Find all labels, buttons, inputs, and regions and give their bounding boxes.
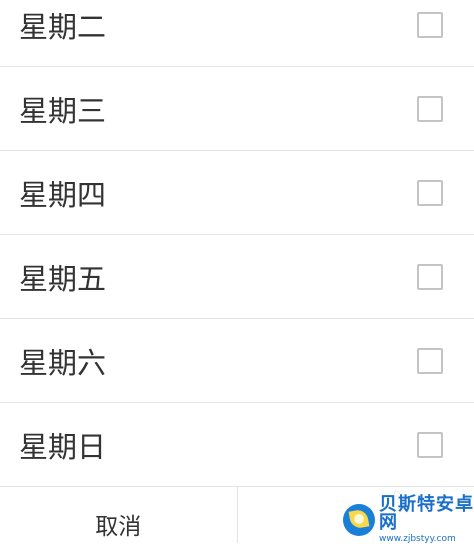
day-label: 星期日	[19, 424, 106, 466]
watermark: 贝斯特安卓网 www.zjbstyy.com	[343, 497, 474, 543]
cancel-button[interactable]: 取消	[0, 487, 238, 543]
checkbox[interactable]	[417, 96, 443, 122]
watermark-text: 贝斯特安卓网 www.zjbstyy.com	[379, 496, 474, 544]
day-row-saturday[interactable]: 星期六	[0, 319, 474, 403]
day-row-wednesday[interactable]: 星期三	[0, 67, 474, 151]
checkbox[interactable]	[417, 12, 443, 38]
day-row-thursday[interactable]: 星期四	[0, 151, 474, 235]
checkbox[interactable]	[417, 180, 443, 206]
watermark-name: 贝斯特安卓网	[379, 496, 474, 532]
checkbox[interactable]	[417, 348, 443, 374]
day-label: 星期三	[19, 88, 106, 130]
day-label: 星期五	[19, 256, 106, 298]
day-row-tuesday[interactable]: 星期二	[0, 0, 474, 67]
checkbox[interactable]	[417, 264, 443, 290]
day-row-sunday[interactable]: 星期日	[0, 403, 474, 487]
day-row-friday[interactable]: 星期五	[0, 235, 474, 319]
day-label: 星期六	[19, 340, 106, 382]
checkbox[interactable]	[417, 432, 443, 458]
day-list: 星期二 星期三 星期四 星期五 星期六 星期日	[0, 0, 474, 487]
day-label: 星期二	[19, 4, 106, 46]
leaf-logo-icon	[343, 504, 375, 536]
day-label: 星期四	[19, 172, 106, 214]
cancel-button-label: 取消	[95, 507, 141, 541]
